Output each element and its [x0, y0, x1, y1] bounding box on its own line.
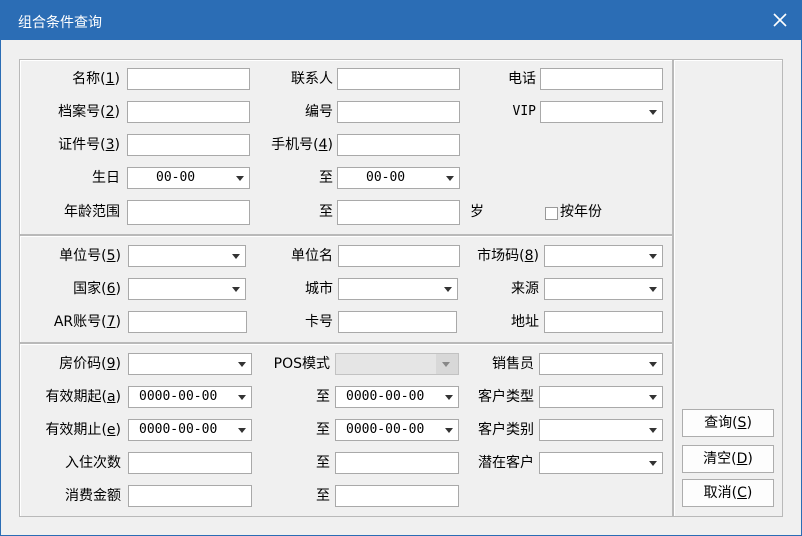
birthday-from-select[interactable]: 00-00	[127, 167, 250, 189]
archive-no-label: 档案号(2)	[58, 104, 120, 120]
chevron-down-icon	[444, 287, 452, 292]
stay-count-to-input[interactable]	[335, 452, 459, 474]
stay-count-to-label: 至	[316, 455, 330, 471]
age-to-input[interactable]	[337, 200, 460, 225]
stay-count-label: 入住次数	[65, 455, 121, 471]
valid-from-label: 有效期起(a)	[45, 389, 121, 405]
chevron-down-icon	[238, 395, 246, 400]
chevron-down-icon	[238, 362, 246, 367]
chevron-down-icon	[445, 395, 453, 400]
potential-guest-select[interactable]	[539, 452, 663, 474]
salesperson-select[interactable]	[539, 353, 663, 375]
spend-amount-label: 消费金额	[65, 488, 121, 504]
ar-account-label: AR账号(7)	[53, 314, 121, 330]
unit-name-label: 单位名	[291, 248, 333, 264]
id-card-label: 证件号(3)	[58, 137, 120, 153]
country-label: 国家(6)	[73, 281, 121, 297]
code-input[interactable]	[337, 101, 460, 123]
mobile-input[interactable]	[337, 134, 460, 156]
guest-type-select[interactable]	[539, 386, 663, 408]
chevron-down-icon	[649, 428, 657, 433]
market-code-select[interactable]	[544, 245, 663, 267]
chevron-down-icon	[445, 428, 453, 433]
city-select[interactable]	[338, 278, 458, 300]
chevron-down-icon	[232, 287, 240, 292]
chevron-down-icon	[649, 254, 657, 259]
query-button[interactable]: 查询(S)	[682, 409, 774, 437]
guest-category-select[interactable]	[539, 419, 663, 441]
guest-category-label: 客户类别	[478, 422, 534, 438]
valid-to-to-select[interactable]: 0000-00-00	[335, 419, 459, 441]
chevron-down-icon	[232, 254, 240, 259]
name-input[interactable]	[127, 68, 250, 90]
code-label: 编号	[305, 104, 333, 120]
chevron-down-icon	[649, 287, 657, 292]
name-label: 名称(1)	[72, 71, 120, 87]
id-card-input[interactable]	[127, 134, 250, 156]
phone-label: 电话	[508, 71, 536, 87]
source-label: 来源	[511, 281, 539, 297]
spend-amount-to-label: 至	[316, 488, 330, 504]
market-code-label: 市场码(8)	[477, 248, 539, 264]
unit-name-input[interactable]	[338, 245, 460, 267]
valid-to-select[interactable]: 0000-00-00	[128, 419, 252, 441]
clear-button[interactable]: 清空(D)	[682, 445, 774, 473]
guest-type-label: 客户类型	[478, 389, 534, 405]
archive-no-input[interactable]	[127, 101, 250, 123]
window-title: 组合条件查询	[18, 15, 102, 31]
by-year-label: 按年份	[560, 204, 602, 220]
card-no-input[interactable]	[338, 311, 457, 333]
age-unit-label: 岁	[470, 204, 484, 220]
city-label: 城市	[305, 281, 333, 297]
stay-count-from-input[interactable]	[128, 452, 252, 474]
chevron-down-icon	[236, 176, 244, 181]
pos-mode-select[interactable]	[335, 353, 459, 375]
birthday-to-select[interactable]: 00-00	[337, 167, 460, 189]
chevron-down-icon	[649, 110, 657, 115]
vip-label: VIP	[512, 104, 536, 119]
address-label: 地址	[511, 314, 539, 330]
valid-from-to-label: 至	[316, 389, 330, 405]
rate-code-select[interactable]	[128, 353, 252, 375]
rate-code-label: 房价码(9)	[59, 356, 121, 372]
country-select[interactable]	[128, 278, 246, 300]
chevron-down-icon	[238, 428, 246, 433]
birthday-to-label: 至	[319, 170, 333, 186]
spend-amount-to-input[interactable]	[335, 485, 459, 507]
contact-input[interactable]	[337, 68, 460, 90]
close-icon	[773, 13, 787, 27]
close-button[interactable]	[764, 4, 796, 36]
chevron-down-icon	[649, 461, 657, 466]
address-input[interactable]	[544, 311, 663, 333]
card-no-label: 卡号	[305, 314, 333, 330]
cancel-button[interactable]: 取消(C)	[682, 479, 774, 507]
birthday-label: 生日	[92, 170, 120, 186]
ar-account-input[interactable]	[128, 311, 247, 333]
chevron-down-icon	[446, 176, 454, 181]
contact-label: 联系人	[291, 71, 333, 87]
chevron-down-icon	[649, 395, 657, 400]
unit-no-select[interactable]	[128, 245, 246, 267]
age-from-input[interactable]	[127, 200, 250, 225]
source-select[interactable]	[544, 278, 663, 300]
valid-to-label: 有效期止(e)	[45, 422, 121, 438]
valid-to-to-label: 至	[316, 422, 330, 438]
potential-guest-label: 潜在客户	[478, 455, 534, 471]
chevron-down-icon	[442, 362, 450, 367]
unit-no-label: 单位号(5)	[59, 248, 121, 264]
valid-from-select[interactable]: 0000-00-00	[128, 386, 252, 408]
chevron-down-icon	[649, 362, 657, 367]
age-to-label: 至	[319, 204, 333, 220]
title-bar: 组合条件查询	[0, 0, 802, 40]
valid-from-to-select[interactable]: 0000-00-00	[335, 386, 459, 408]
salesperson-label: 销售员	[492, 356, 534, 372]
mobile-label: 手机号(4)	[271, 137, 333, 153]
pos-mode-label: POS模式	[273, 356, 330, 372]
vip-select[interactable]	[540, 101, 663, 123]
phone-input[interactable]	[540, 68, 663, 90]
age-range-label: 年龄范围	[64, 204, 120, 220]
spend-amount-from-input[interactable]	[128, 485, 252, 507]
by-year-checkbox[interactable]	[545, 207, 558, 220]
